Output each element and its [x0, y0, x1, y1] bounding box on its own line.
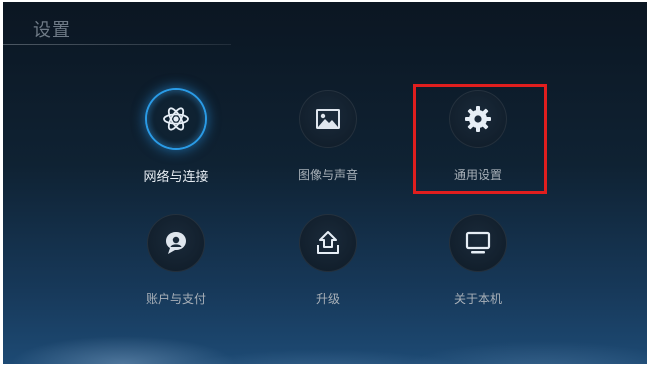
- menu-item-account-payment-label: 账户与支付: [145, 292, 206, 306]
- menu-item-image-sound-circle: [299, 90, 357, 148]
- upgrade-icon: [317, 231, 339, 254]
- settings-screen: 设置 网络与连接 图像与声音 通用设置 账户与支付 升级 关于本机: [3, 2, 647, 364]
- account-icon: [166, 232, 186, 254]
- monitor-icon: [465, 231, 491, 254]
- menu-item-network-label: 网络与连接: [143, 170, 209, 185]
- menu-item-about-label: 关于本机: [453, 292, 502, 306]
- menu-item-about-circle: [449, 214, 507, 272]
- title-divider: [3, 44, 231, 45]
- menu-item-upgrade-circle: [299, 214, 357, 272]
- page-title: 设置: [33, 20, 71, 41]
- menu-item-account-payment[interactable]: 账户与支付: [117, 214, 237, 324]
- highlight-annotation-box: [413, 84, 547, 194]
- menu-item-network-circle: [147, 90, 205, 148]
- menu-item-account-payment-circle: [147, 214, 205, 272]
- menu-item-image-sound[interactable]: 图像与声音: [269, 90, 389, 200]
- menu-item-about[interactable]: 关于本机: [419, 214, 539, 324]
- atom-icon: [163, 107, 189, 131]
- menu-item-upgrade-label: 升级: [315, 292, 340, 306]
- image-icon: [316, 109, 340, 129]
- menu-item-image-sound-label: 图像与声音: [297, 168, 358, 182]
- menu-item-upgrade[interactable]: 升级: [269, 214, 389, 324]
- menu-item-network[interactable]: 网络与连接: [117, 90, 237, 200]
